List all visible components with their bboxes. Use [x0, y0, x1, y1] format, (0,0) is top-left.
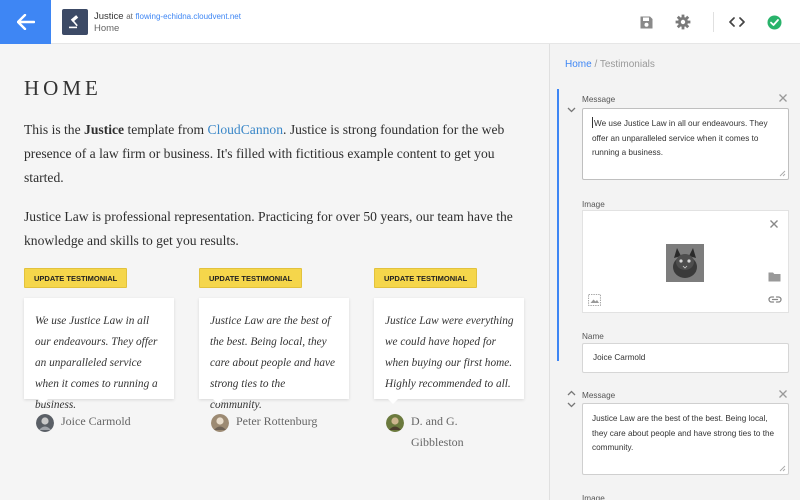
close-icon[interactable] — [769, 219, 779, 229]
chevron-down-icon — [567, 107, 575, 113]
settings-button[interactable] — [674, 13, 692, 31]
site-title: Justice at flowing-echidna.cloudvent.net — [94, 11, 241, 22]
move-item-down-button[interactable] — [565, 400, 577, 410]
testimonial-card: UPDATE TESTIMONIAL Justice Law are the b… — [199, 266, 349, 432]
message-textarea[interactable]: Justice Law are the best of the best. Be… — [582, 403, 789, 475]
chevron-down-icon — [567, 402, 575, 408]
code-icon — [729, 17, 745, 27]
testimonial-quote: Justice Law were everything we could hav… — [374, 298, 524, 399]
avatar — [386, 414, 404, 432]
folder-icon[interactable] — [768, 271, 781, 282]
image-placeholder-icon[interactable] — [588, 294, 601, 306]
message-label: Message — [582, 391, 616, 400]
testimonial-card: UPDATE TESTIMONIAL Justice Law were ever… — [374, 266, 524, 449]
testimonial-author: D. and G. Gibbleston — [386, 411, 501, 453]
author-name: Joice Carmold — [61, 414, 131, 428]
save-icon — [640, 16, 652, 28]
update-testimonial-button[interactable]: UPDATE TESTIMONIAL — [374, 268, 478, 288]
author-name: D. and G. Gibbleston — [411, 414, 464, 449]
page-preview: HOME This is the Justice template from C… — [0, 44, 549, 500]
gavel-icon — [69, 15, 79, 29]
current-page-name: Home — [94, 23, 120, 34]
site-at: at — [126, 12, 133, 21]
name-label: Name — [582, 332, 604, 341]
image-field[interactable] — [582, 210, 789, 313]
site-name: Justice — [94, 11, 124, 22]
breadcrumb-home[interactable]: Home — [565, 59, 592, 70]
image-label: Image — [582, 494, 605, 500]
remove-item-button[interactable] — [778, 389, 788, 399]
testimonial-quote: Justice Law are the best of the best. Be… — [199, 298, 349, 411]
image-label: Image — [582, 200, 605, 209]
site-logo — [62, 9, 88, 35]
testimonial-card: UPDATE TESTIMONIAL We use Justice Law in… — [24, 266, 174, 432]
cloudcannon-link[interactable]: CloudCannon — [208, 122, 284, 137]
breadcrumb-current: Testimonials — [599, 59, 655, 70]
status-indicator[interactable] — [765, 13, 783, 31]
image-thumbnail — [666, 244, 704, 282]
message-label: Message — [582, 95, 616, 104]
avatar — [211, 414, 229, 432]
name-input[interactable]: Joice Carmold — [582, 343, 789, 373]
remove-item-button[interactable] — [778, 93, 788, 103]
testimonial-quote: We use Justice Law in all our endeavours… — [24, 298, 174, 411]
link-icon[interactable] — [768, 295, 782, 304]
quote-arrow — [36, 397, 50, 404]
message-textarea[interactable]: We use Justice Law in all our endeavours… — [582, 108, 789, 180]
move-item-up-button[interactable] — [565, 388, 577, 398]
resize-handle[interactable] — [779, 170, 786, 177]
editor-panel: Home / Testimonials Message We use Justi… — [549, 44, 800, 500]
testimonial-author: Peter Rottenburg — [211, 411, 326, 432]
breadcrumb: Home / Testimonials — [565, 59, 655, 70]
gear-icon — [675, 14, 691, 30]
quote-arrow — [386, 397, 400, 404]
check-circle-icon — [767, 15, 781, 29]
intro-paragraph[interactable]: This is the Justice template from CloudC… — [24, 118, 534, 190]
source-code-button[interactable] — [728, 13, 746, 31]
avatar — [36, 414, 54, 432]
text-cursor — [592, 117, 593, 128]
save-button[interactable] — [637, 13, 655, 31]
update-testimonial-button[interactable]: UPDATE TESTIMONIAL — [199, 268, 303, 288]
arrow-left-icon — [16, 14, 35, 30]
resize-handle[interactable] — [779, 465, 786, 472]
update-testimonial-button[interactable]: UPDATE TESTIMONIAL — [24, 268, 128, 288]
site-domain[interactable]: flowing-echidna.cloudvent.net — [136, 12, 241, 21]
about-paragraph[interactable]: Justice Law is professional representati… — [24, 205, 534, 253]
chevron-up-icon — [567, 390, 575, 396]
toolbar-divider — [713, 12, 714, 32]
active-item-indicator — [557, 89, 559, 361]
author-name: Peter Rottenburg — [236, 414, 318, 428]
back-button[interactable] — [0, 0, 51, 44]
collapse-item-button[interactable] — [565, 105, 577, 115]
quote-arrow — [211, 397, 225, 404]
top-bar: Justice at flowing-echidna.cloudvent.net… — [0, 0, 800, 44]
page-title: HOME — [24, 76, 102, 100]
testimonial-author: Joice Carmold — [36, 411, 151, 432]
